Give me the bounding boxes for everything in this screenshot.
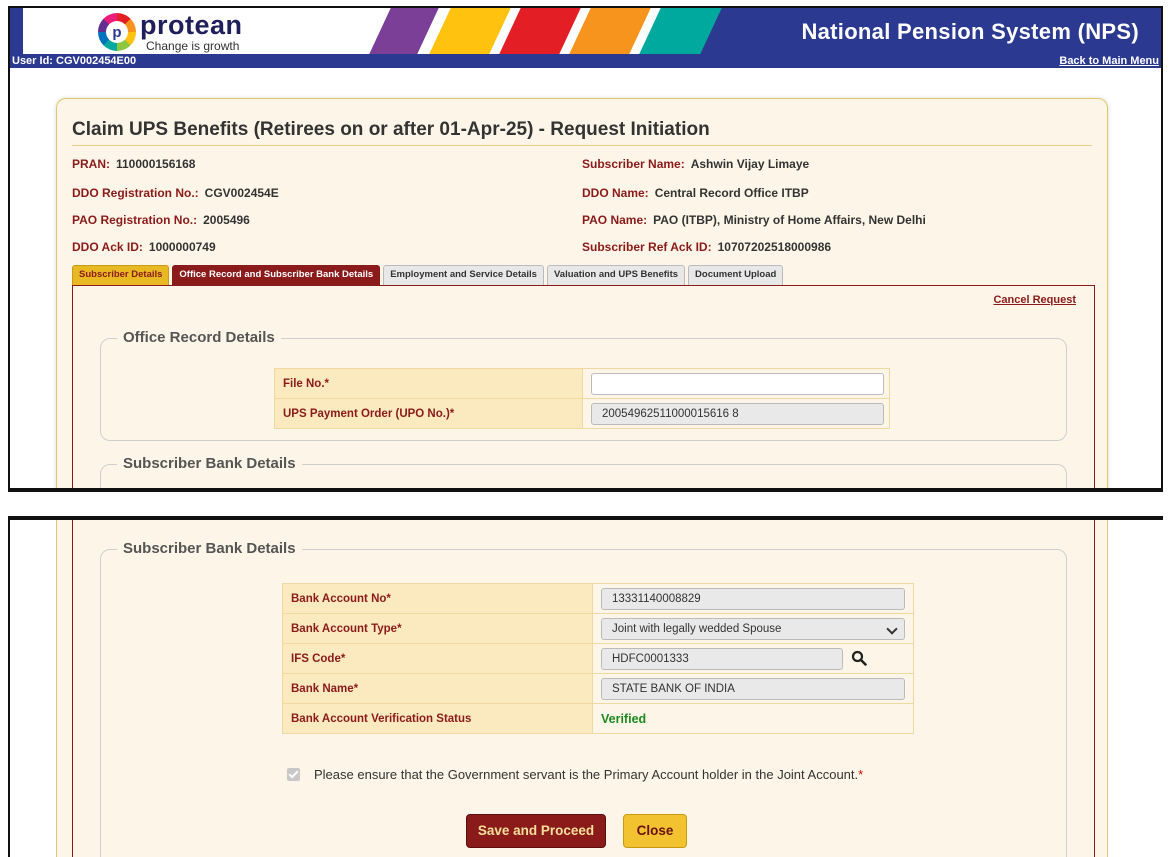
verification-status-value: Verified xyxy=(601,711,647,726)
header-stripe-orange xyxy=(569,8,651,54)
bank-name-input[interactable]: STATE BANK OF INDIA xyxy=(601,677,905,700)
ifs-code-label: IFS Code* xyxy=(282,643,593,674)
subscriber-bank-legend-top: Subscriber Bank Details xyxy=(117,455,302,472)
header-left-bar xyxy=(10,8,23,54)
close-button[interactable]: Close xyxy=(623,814,687,848)
ddo-name-info: DDO Name: Central Record Office ITBP xyxy=(582,186,809,200)
header-title: National Pension System (NPS) xyxy=(801,19,1139,44)
subscriber-bank-fieldset-top: Subscriber Bank Details xyxy=(100,455,1067,488)
claim-panel: Claim UPS Benefits (Retirees on or after… xyxy=(56,98,1108,488)
ddo-registration-info: DDO Registration No.: CGV002454E xyxy=(72,186,279,200)
subscriber-name-info: Subscriber Name: Ashwin Vijay Limaye xyxy=(582,157,810,171)
pao-registration-info: PAO Registration No.: 2005496 xyxy=(72,213,250,227)
bank-account-type-value: Joint with legally wedded Spouse xyxy=(612,622,782,635)
save-and-proceed-button[interactable]: Save and Proceed xyxy=(466,814,606,848)
office-record-legend: Office Record Details xyxy=(117,329,281,346)
site-header: p protean Change is growth National Pens… xyxy=(10,8,1161,54)
screenshot-bottom: Subscriber Bank Details Bank Account No*… xyxy=(8,516,1163,857)
bank-details-table: Bank Account No* 13331140008829 Bank Acc… xyxy=(282,583,914,734)
page-title: Claim UPS Benefits (Retirees on or after… xyxy=(72,119,710,140)
verification-status-label: Bank Account Verification Status xyxy=(282,703,593,734)
upo-label: UPS Payment Order (UPO No.)* xyxy=(274,398,583,429)
file-no-input[interactable] xyxy=(591,372,884,395)
tab-subscriber-details[interactable]: Subscriber Details xyxy=(72,265,170,285)
pao-name-info: PAO Name: PAO (ITBP), Ministry of Home Af… xyxy=(582,213,926,227)
upo-no-input[interactable]: 20054962511000015616 8 xyxy=(591,402,884,425)
user-bar: User Id: CGV002454E00 Back to Main Menu xyxy=(10,54,1161,68)
header-stripe-yellow xyxy=(429,8,511,54)
bank-account-no-input[interactable]: 13331140008829 xyxy=(601,587,905,610)
primary-holder-text: Please ensure that the Government servan… xyxy=(314,767,859,782)
search-icon[interactable] xyxy=(851,650,867,666)
file-no-label: File No.* xyxy=(274,368,583,399)
cancel-request-link[interactable]: Cancel Request xyxy=(993,294,1076,306)
user-id: User Id: CGV002454E00 xyxy=(12,55,137,67)
tab-valuation-ups-benefits[interactable]: Valuation and UPS Benefits xyxy=(546,265,686,285)
tab-office-record-bank-details[interactable]: Office Record and Subscriber Bank Detail… xyxy=(172,265,381,285)
primary-holder-checkbox[interactable] xyxy=(287,768,300,781)
protean-logo[interactable]: p protean Change is growth xyxy=(98,12,243,52)
required-marker: * xyxy=(858,767,864,782)
logo-tagline: Change is growth xyxy=(146,39,240,53)
claim-panel-bottom: Subscriber Bank Details Bank Account No*… xyxy=(56,520,1108,857)
tab-content-bottom: Subscriber Bank Details Bank Account No*… xyxy=(72,520,1095,857)
bank-name-label: Bank Name* xyxy=(282,673,593,704)
header-stripe-purple xyxy=(369,8,439,54)
tab-content: Cancel Request Office Record Details Fil… xyxy=(72,285,1095,488)
bank-account-type-select[interactable]: Joint with legally wedded Spouse xyxy=(601,617,905,640)
header-stripe-red xyxy=(499,8,581,54)
chevron-down-icon xyxy=(886,622,898,635)
ddo-ack-info: DDO Ack ID: 1000000749 xyxy=(72,240,216,254)
subscriber-ref-ack-info: Subscriber Ref Ack ID: 10707202518000986 xyxy=(582,240,832,254)
primary-holder-confirmation: Please ensure that the Government servan… xyxy=(287,767,863,782)
subscriber-bank-legend: Subscriber Bank Details xyxy=(117,540,302,557)
screenshot-top: p protean Change is growth National Pens… xyxy=(8,6,1163,492)
office-record-table: File No.* UPS Payment Order (UPO No.)* 2… xyxy=(274,368,890,429)
tab-document-upload[interactable]: Document Upload xyxy=(688,265,784,285)
back-to-main-menu-link[interactable]: Back to Main Menu xyxy=(1059,54,1159,68)
protean-logo-icon: p xyxy=(98,13,136,51)
ifs-code-input[interactable]: HDFC0001333 xyxy=(601,647,843,670)
logo-name: protean xyxy=(140,10,243,40)
bank-account-type-label: Bank Account Type* xyxy=(282,613,593,644)
tab-bar: Subscriber Details Office Record and Sub… xyxy=(72,265,786,285)
title-divider xyxy=(72,145,1092,146)
pran-info: PRAN: 110000156168 xyxy=(72,157,196,171)
bank-account-no-label: Bank Account No* xyxy=(282,583,593,614)
tab-employment-service-details[interactable]: Employment and Service Details xyxy=(383,265,544,285)
